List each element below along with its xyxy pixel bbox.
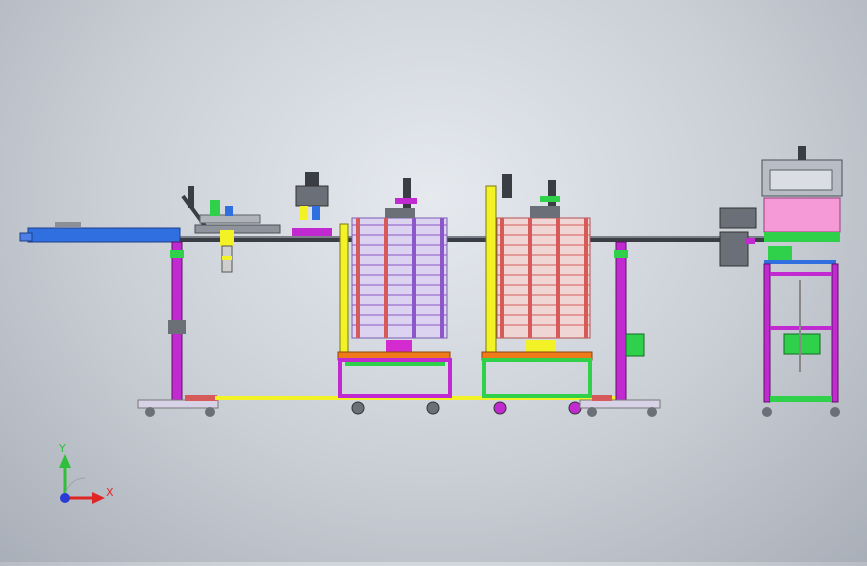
pick-station[interactable] (292, 172, 332, 236)
y-axis-label: Y (58, 442, 66, 455)
conveyor-top-guide (55, 222, 81, 227)
machine-assembly-model[interactable] (0, 0, 867, 562)
origin-point (60, 493, 70, 503)
coordinate-triad: Y X (58, 442, 114, 504)
x-axis-label: X (106, 486, 114, 499)
cad-viewport[interactable]: Y X (0, 0, 867, 562)
discharge-station[interactable] (719, 146, 843, 417)
infeed-conveyor[interactable] (27, 227, 181, 243)
storage-rack-1[interactable] (337, 178, 452, 415)
left-stand[interactable] (137, 241, 219, 417)
loading-station[interactable] (181, 186, 281, 273)
main-rail-highlight (170, 236, 770, 238)
storage-rack-2[interactable] (481, 174, 593, 415)
infeed-conveyor-end[interactable] (19, 232, 33, 242)
